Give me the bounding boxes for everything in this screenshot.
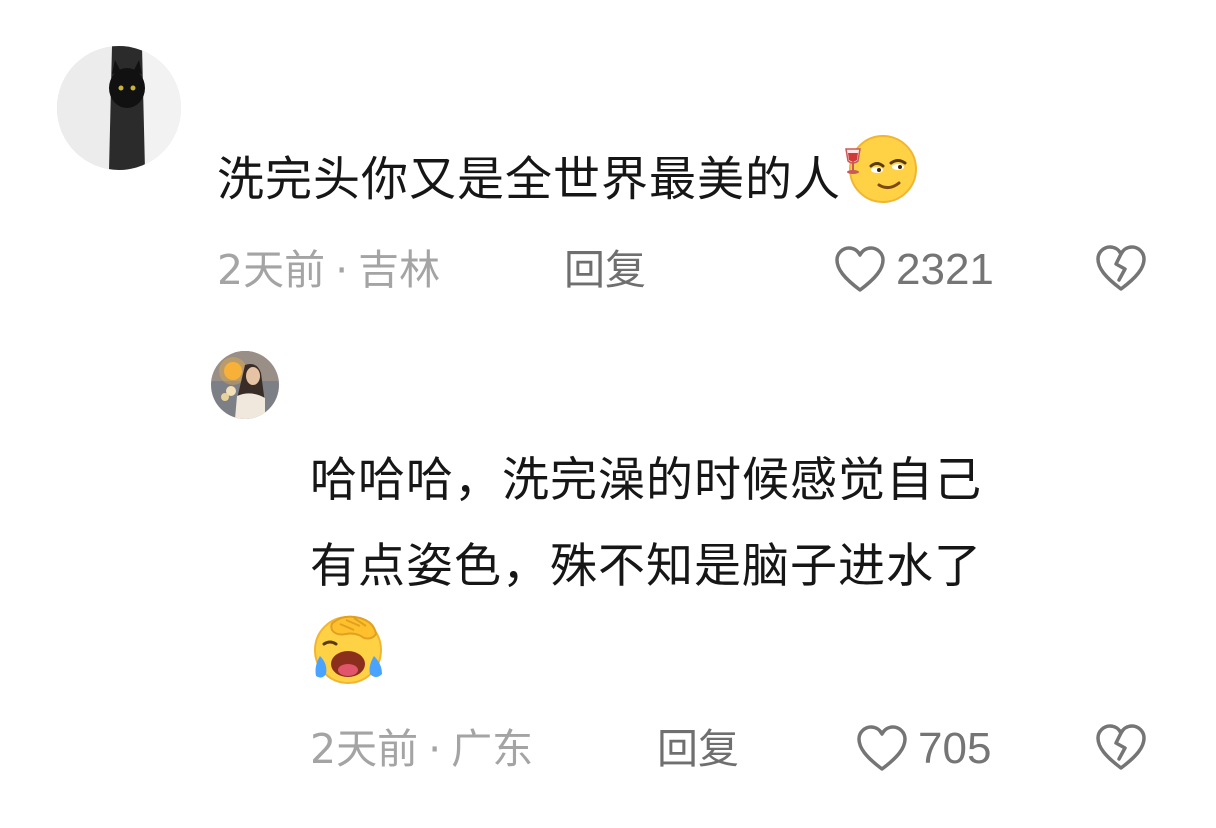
- avatar[interactable]: [57, 46, 181, 170]
- comment-meta: 2天前 · 广东: [310, 724, 533, 774]
- comment-time: 2天前: [217, 246, 326, 294]
- facepalm-crying-emoji-icon: [310, 610, 388, 714]
- heart-outline-icon: [835, 246, 885, 292]
- avatar[interactable]: [211, 351, 279, 419]
- reply-text-line: 有点姿色，殊不知是脑子进水了: [310, 539, 982, 594]
- meta-separator: ·: [428, 725, 442, 773]
- reply-button[interactable]: 回复: [657, 724, 739, 774]
- comment-location: 广东: [451, 725, 534, 773]
- comment-text-content: 洗完头你又是全世界最美的人: [217, 152, 841, 208]
- comment-location: 吉林: [358, 246, 441, 294]
- like-button[interactable]: 2321: [834, 245, 994, 295]
- broken-heart-icon[interactable]: [1094, 242, 1148, 294]
- comment-meta: 2天前 · 吉林: [217, 245, 440, 295]
- broken-heart-icon[interactable]: [1094, 721, 1148, 773]
- like-count: 2321: [896, 245, 994, 294]
- like-button[interactable]: 705: [856, 724, 991, 774]
- comment-time: 2天前: [310, 725, 419, 773]
- heart-outline-icon: [857, 725, 907, 771]
- reply-button[interactable]: 回复: [564, 245, 646, 295]
- smug-toast-emoji-icon: [841, 131, 917, 235]
- meta-separator: ·: [335, 246, 349, 294]
- black-cat-avatar-icon: [57, 46, 181, 170]
- reply-text: 哈哈哈，洗完澡的时候感觉自己 有点姿色，殊不知是脑子进水了: [310, 438, 1170, 696]
- comment-text: 洗完头你又是全世界最美的人: [217, 131, 917, 235]
- sunset-girl-avatar-icon: [211, 351, 279, 419]
- like-count: 705: [918, 724, 992, 773]
- reply-text-line: 哈哈哈，洗完澡的时候感觉自己: [310, 453, 982, 508]
